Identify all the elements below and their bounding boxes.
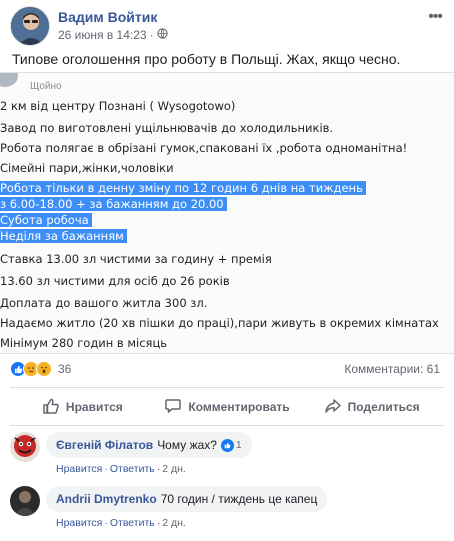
reactions-summary[interactable]: 36 (10, 360, 71, 378)
comment-like-link[interactable]: Нравится (56, 517, 102, 529)
divider (10, 387, 444, 388)
commenter-name[interactable]: Євгеній Філатов (56, 438, 153, 452)
like-label: Нравится (65, 400, 123, 414)
comment-item: Євгеній Філатов Чому жах? 1 Нравится · Отв… (10, 432, 444, 477)
image-line: Мінімум 280 годин в місяць (0, 336, 168, 350)
comment-reply-link[interactable]: Ответить (110, 463, 155, 475)
comments-count[interactable]: Комментарии: 61 (344, 362, 440, 376)
image-line: Завод по виготовлені ущільнювачів до хол… (0, 121, 334, 135)
comment-bubble: Andrii Dmytrenko 70 годин / тиждень це к… (46, 486, 328, 512)
share-icon (324, 397, 342, 418)
image-line: Ставка 13.00 зл чистими за годину + прем… (0, 252, 272, 266)
comment-item: Andrii Dmytrenko 70 годин / тиждень це к… (10, 486, 444, 531)
image-line: 2 км від центру Познані ( Wysogotowo) (0, 99, 236, 113)
comment-icon (164, 397, 182, 418)
image-line-highlighted: Неділя за бажанням (0, 229, 127, 243)
comment-label: Комментировать (188, 400, 290, 414)
image-status: Щойно (30, 81, 62, 92)
image-line: Сімейні пари,жінки,чоловіки (0, 161, 174, 175)
author-avatar[interactable] (10, 6, 50, 46)
more-dots-icon[interactable]: ••• (428, 8, 443, 26)
comment-time[interactable]: 2 дн. (162, 517, 186, 529)
comment-reaction-count: 1 (235, 439, 242, 451)
image-avatar (0, 73, 18, 87)
comment-reactions[interactable]: 1 (220, 438, 242, 452)
comment-reply-link[interactable]: Ответить (110, 517, 155, 529)
share-label: Поделиться (347, 400, 420, 414)
globe-icon (156, 28, 168, 42)
image-line: Надаємо житло (20 хв пішки до праці),пар… (0, 316, 439, 330)
post-actions: Нравится Комментировать Поделиться (10, 392, 444, 422)
comment-like-link[interactable]: Нравится (56, 463, 102, 475)
comment-actions: Нравится · Ответить · 2 дн. (56, 463, 186, 475)
commenter-avatar[interactable] (10, 432, 40, 462)
comment-actions: Нравится · Ответить · 2 дн. (56, 517, 186, 529)
share-button[interactable]: Поделиться (299, 392, 444, 422)
image-line: Доплата до вашого житла 300 зл. (0, 296, 208, 310)
commenter-avatar[interactable] (10, 486, 40, 516)
comment-bubble: Євгеній Філатов Чому жах? 1 (46, 432, 252, 458)
meta-separator: · (149, 28, 154, 42)
image-line-highlighted: Робота тільки в денну зміну по 12 годин … (0, 181, 366, 195)
commenter-name[interactable]: Andrii Dmytrenko (56, 492, 157, 506)
post-meta: 26 июня в 14:23 · (58, 28, 168, 42)
comment-button[interactable]: Комментировать (155, 392, 300, 422)
shared-image[interactable]: Щойно 2 км від центру Познані ( Wysogoto… (0, 72, 454, 354)
reaction-count[interactable]: 36 (58, 362, 71, 376)
comment-time[interactable]: 2 дн. (162, 463, 186, 475)
post-date[interactable]: 26 июня в 14:23 (58, 28, 147, 42)
image-line-highlighted: з 6.00-18.00 + за бажанням до 20.00 (0, 197, 227, 211)
post-header: Вадим Войтик 26 июня в 14:23 · ••• (10, 6, 444, 46)
wow-icon (36, 361, 52, 377)
thumbs-up-icon (42, 397, 60, 418)
author-name[interactable]: Вадим Войтик (58, 9, 157, 25)
image-content: Щойно 2 км від центру Познані ( Wysogoto… (0, 73, 454, 353)
image-line: 13.60 зл чистими для осіб до 26 років (0, 274, 230, 288)
divider (10, 425, 444, 426)
post-text: Типове оголошення про роботу в Польщі. Ж… (12, 51, 401, 67)
image-line-highlighted: Субота робоча (0, 213, 92, 227)
like-icon (220, 438, 234, 452)
comment-text: Чому жах? (157, 438, 217, 452)
like-button[interactable]: Нравится (10, 392, 155, 422)
comment-text: 70 годин / тиждень це капец (160, 492, 318, 506)
image-line: Робота полягає в обрізані гумок,спакован… (0, 141, 408, 155)
